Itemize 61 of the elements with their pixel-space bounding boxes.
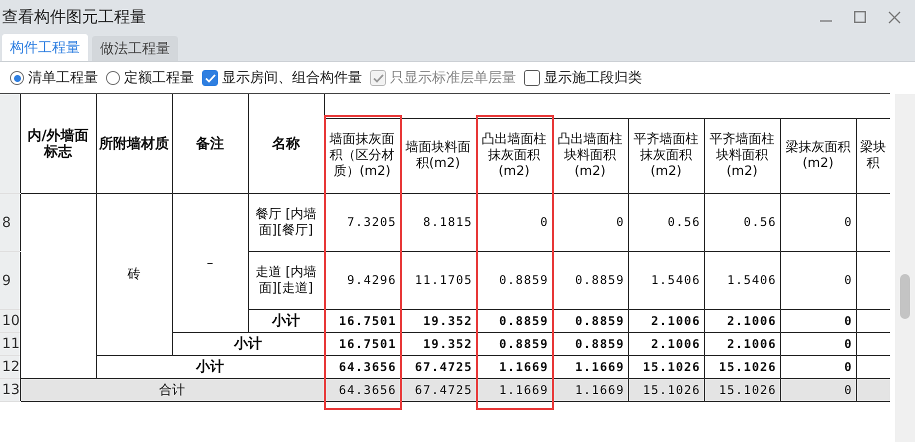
table-cell: 67.4725 <box>400 356 476 378</box>
table-cell: 1.1669 <box>552 378 628 402</box>
table-cell: 0.8859 <box>552 332 628 356</box>
table-cell: 67.4725 <box>400 378 476 402</box>
table-cell: 0 <box>780 332 856 356</box>
tab[interactable]: 做法工程量 <box>92 36 178 61</box>
row-number: 13 <box>0 378 20 402</box>
table-cell: 0 <box>780 252 856 310</box>
checkbox[interactable] <box>202 70 218 86</box>
table-cell: 1.5406 <box>628 252 704 310</box>
table-cell: 8.1815 <box>400 194 476 252</box>
table-cell: 15.1026 <box>704 356 780 378</box>
window-title: 查看构件图元工程量 <box>2 6 146 28</box>
table-cell: 小计 <box>172 332 324 356</box>
row-number: 10 <box>0 310 20 332</box>
table-cell: 1.5406 <box>704 252 780 310</box>
table-cell: 2.1006 <box>704 310 780 332</box>
row-number: 9 <box>0 252 20 310</box>
table-cell: 15.1026 <box>628 356 704 378</box>
tab[interactable]: 构件工程量 <box>2 34 88 61</box>
table-cell: 0.8859 <box>552 310 628 332</box>
close-icon[interactable] <box>888 10 901 24</box>
table-cell: 0 <box>780 194 856 252</box>
table-cell: 餐厅 [内墙面][餐厅] <box>248 194 324 252</box>
table-cell: 15.1026 <box>704 378 780 402</box>
table-cell: – <box>172 194 248 332</box>
table-cell: 0.56 <box>628 194 704 252</box>
table-cell: 2.1006 <box>628 332 704 356</box>
table-cell: 0 <box>780 310 856 332</box>
table-cell: 砖 <box>96 194 172 356</box>
table-cell: 小计 <box>248 310 324 332</box>
row-number: 11 <box>0 332 20 356</box>
table-cell: 小计 <box>96 356 324 378</box>
option-label: 定额工程量 <box>124 69 194 87</box>
table-cell: 15.1026 <box>628 378 704 402</box>
table-cell: 0 <box>780 378 856 402</box>
table-cell: 0.8859 <box>552 252 628 310</box>
maximize-icon[interactable] <box>854 11 866 23</box>
table-cell: 19.352 <box>400 332 476 356</box>
radio-button[interactable] <box>10 71 24 85</box>
table-cell: 0 <box>552 194 628 252</box>
table-cell: 2.1006 <box>704 332 780 356</box>
table-cell: 19.352 <box>400 310 476 332</box>
table-cell: 1.1669 <box>476 378 552 402</box>
checkbox[interactable] <box>524 70 540 86</box>
table-cell: 1.1669 <box>552 356 628 378</box>
scrollbar[interactable] <box>895 94 915 442</box>
table-cell: 64.3656 <box>324 378 400 402</box>
table-cell: 2.1006 <box>628 310 704 332</box>
row-number: 12 <box>0 356 20 378</box>
row-number: 8 <box>0 194 20 252</box>
option-label: 显示房间、组合构件量 <box>222 69 362 87</box>
option-label: 只显示标准层单层量 <box>390 69 516 87</box>
option-label: 显示施工段归类 <box>544 69 642 87</box>
radio-button[interactable] <box>106 71 120 85</box>
table-cell: 合计 <box>20 378 324 402</box>
table-cell: 走道 [内墙面][走道] <box>248 252 324 310</box>
table-cell: 0.56 <box>704 194 780 252</box>
table-cell: 11.1705 <box>400 252 476 310</box>
table-cell: 0 <box>780 356 856 378</box>
option-label: 清单工程量 <box>28 69 98 87</box>
